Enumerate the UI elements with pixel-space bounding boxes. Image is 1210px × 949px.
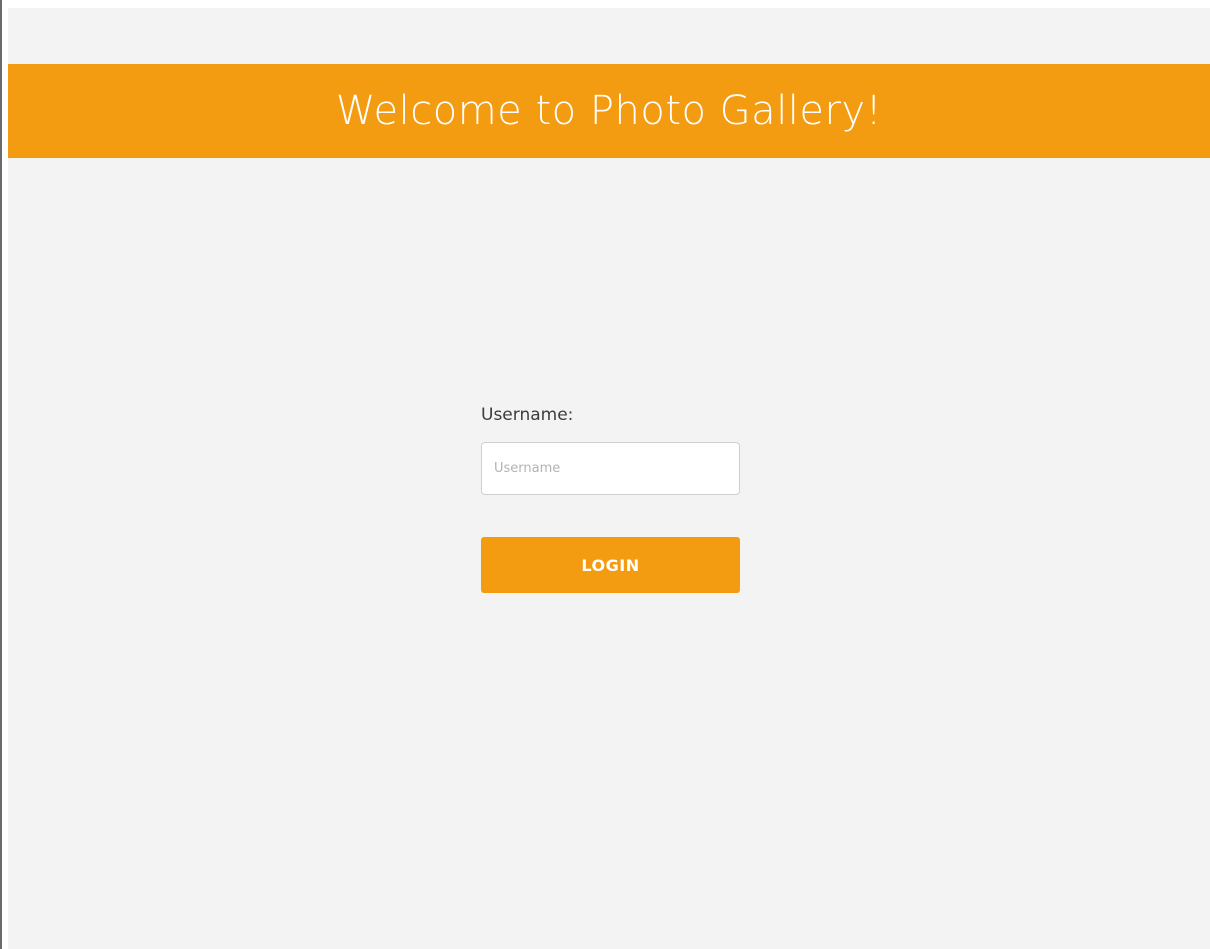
login-button[interactable]: LOGIN — [481, 537, 740, 593]
page-title: Welcome to Photo Gallery! — [335, 88, 883, 134]
page-container: Welcome to Photo Gallery! Username: LOGI… — [8, 8, 1210, 949]
window-left-border — [0, 0, 2, 949]
login-form: Username: LOGIN — [481, 404, 741, 593]
header-banner: Welcome to Photo Gallery! — [8, 64, 1210, 158]
username-label: Username: — [481, 405, 574, 425]
window-top-strip — [8, 0, 1210, 8]
username-input[interactable] — [481, 442, 740, 495]
